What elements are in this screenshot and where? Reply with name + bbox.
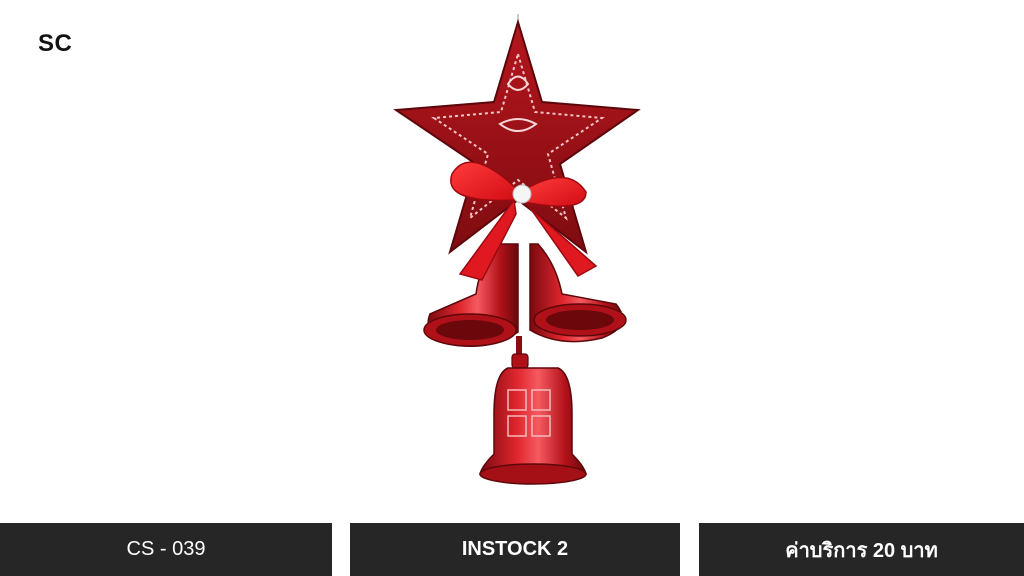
brand-logo: SC [38, 30, 73, 57]
stock-status-label: INSTOCK 2 [461, 538, 569, 560]
service-fee-label: ค่าบริการ 20 บาท [785, 539, 938, 562]
service-fee-bar: ค่าบริการ 20 บาท [699, 523, 1024, 576]
bottom-bell [479, 353, 587, 485]
product-code-bar: CS - 039 [0, 523, 332, 576]
star-topper [393, 18, 641, 255]
product-code-label: CS - 039 [126, 538, 206, 560]
stock-status-bar: INSTOCK 2 [350, 523, 680, 576]
star-and-bells-ornament-image [393, 14, 641, 485]
